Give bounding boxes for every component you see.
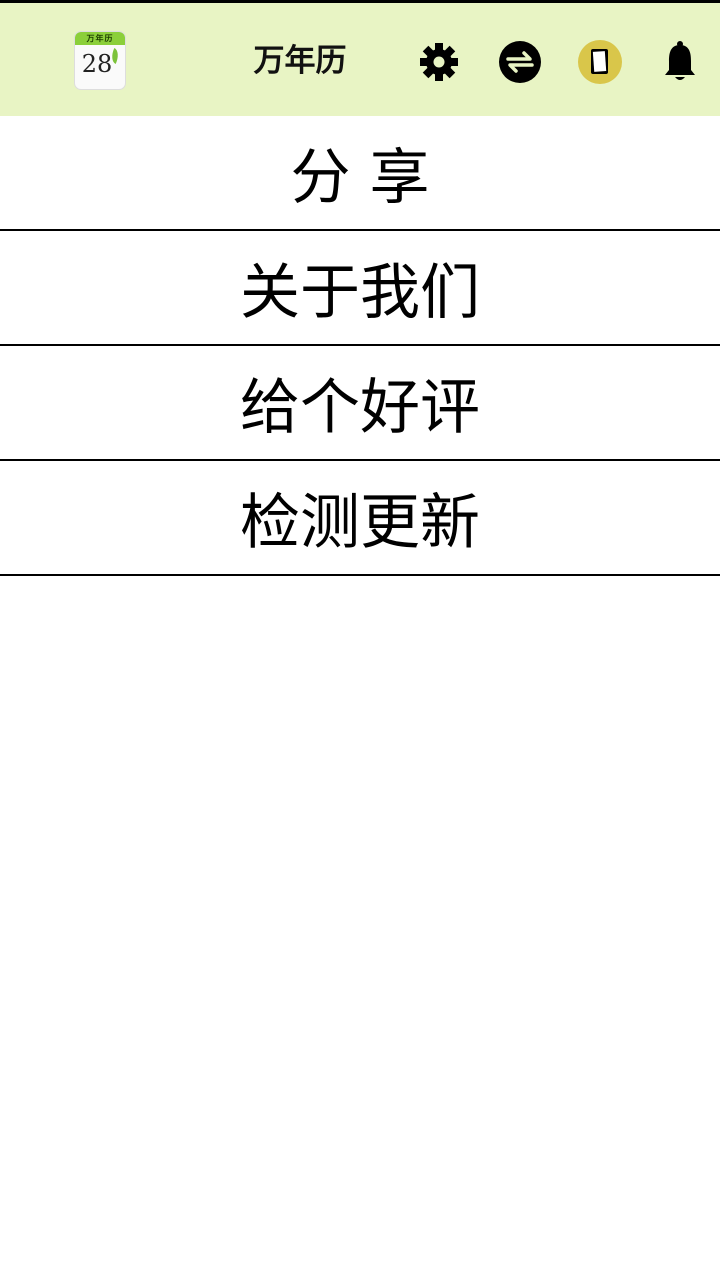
page-title: 万年历	[253, 43, 347, 79]
menu-item-about-us[interactable]: 关于我们	[0, 231, 720, 346]
menu-item-rate-app[interactable]: 给个好评	[0, 346, 720, 461]
settings-menu: 分 享 关于我们 给个好评 检测更新	[0, 116, 720, 576]
menu-item-share[interactable]: 分 享	[0, 116, 720, 231]
sync-icon[interactable]	[497, 39, 543, 85]
calendar-app-icon[interactable]: 万年历 28	[75, 32, 125, 89]
gear-icon[interactable]	[416, 39, 462, 85]
top-toolbar: 万年历 28 万年历	[0, 3, 720, 116]
bell-icon[interactable]	[657, 39, 703, 85]
app-icon-band-text: 万年历	[75, 32, 125, 45]
notebook-icon[interactable]	[577, 39, 623, 85]
menu-item-check-update[interactable]: 检测更新	[0, 461, 720, 576]
